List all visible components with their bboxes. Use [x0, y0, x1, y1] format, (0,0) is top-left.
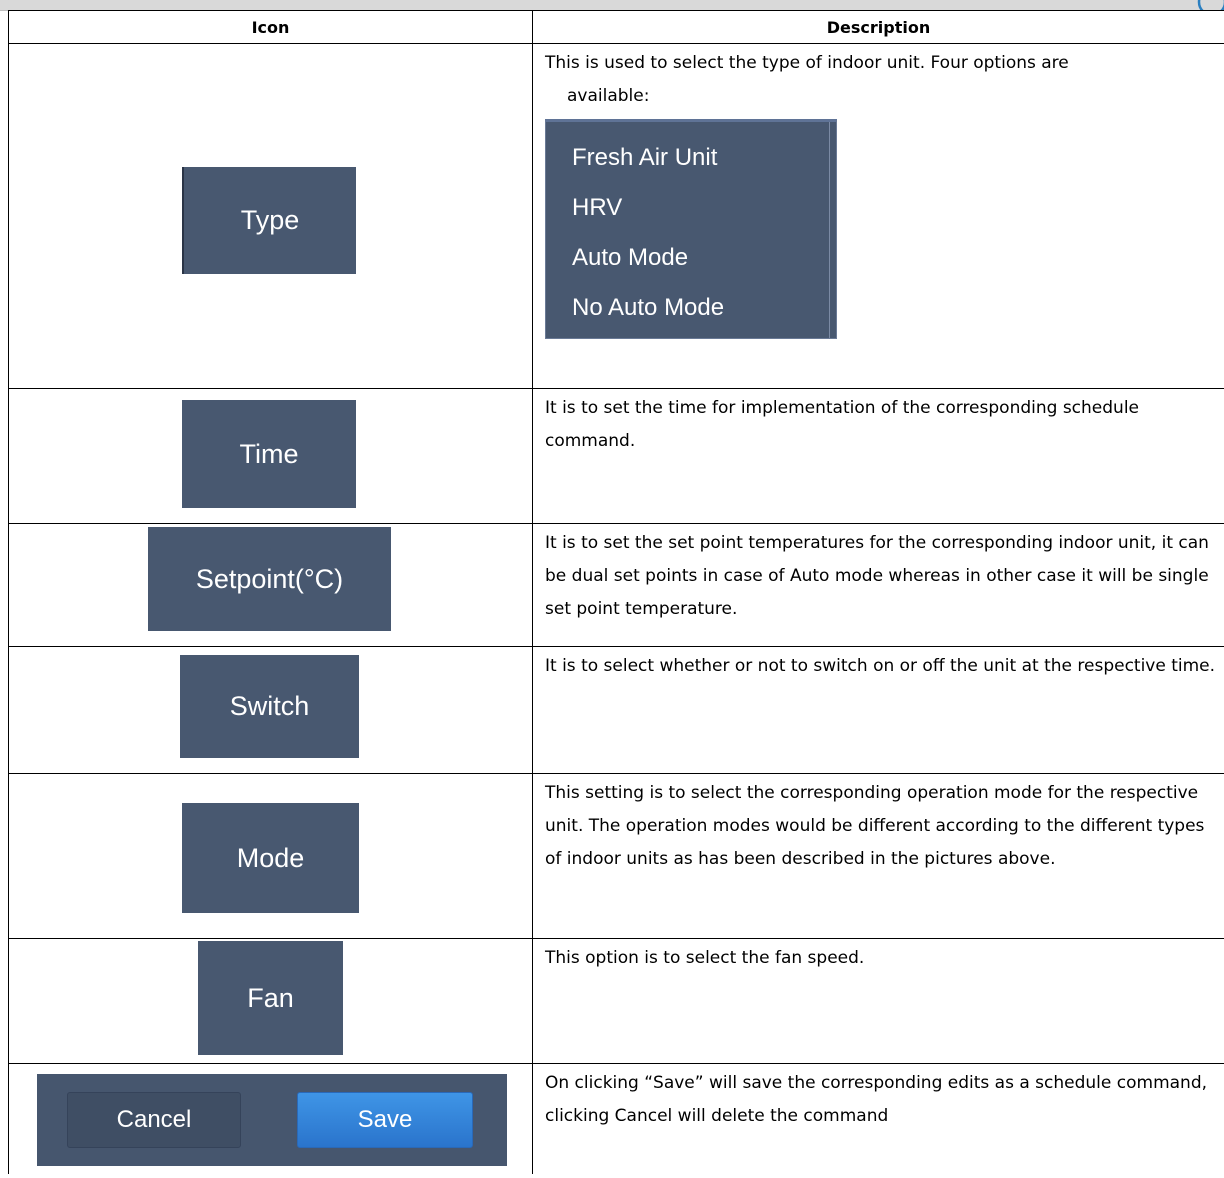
icon-cell: Switch	[8, 646, 533, 774]
description-cell: On clicking “Save” will save the corresp…	[532, 1063, 1224, 1174]
table-row: Switch It is to select whether or not to…	[8, 646, 1224, 774]
time-button[interactable]: Time	[182, 400, 356, 508]
type-option-hrv[interactable]: HRV	[572, 188, 836, 238]
type-description-line2: available:	[567, 86, 650, 106]
type-option-no-auto-mode[interactable]: No Auto Mode	[572, 288, 836, 338]
type-options-menu: Fresh Air Unit HRV Auto Mode No Auto Mod…	[545, 119, 837, 339]
mode-button[interactable]: Mode	[182, 803, 359, 913]
description-cell: It is to select whether or not to switch…	[532, 646, 1224, 774]
mode-description: This setting is to select the correspond…	[545, 783, 1205, 869]
setpoint-description: It is to set the set point temperatures …	[545, 533, 1209, 619]
header-description: Description	[532, 10, 1224, 44]
table-row: Mode This setting is to select the corre…	[8, 773, 1224, 939]
description-cell: This option is to select the fan speed.	[532, 938, 1224, 1064]
icon-cell: Fan	[8, 938, 533, 1064]
type-button[interactable]: Type	[182, 167, 356, 274]
fan-button[interactable]: Fan	[198, 941, 343, 1055]
icon-cell: Type	[8, 43, 533, 389]
icon-cell: Cancel Save	[8, 1063, 533, 1174]
table-row: Type This is used to select the type of …	[8, 43, 1224, 389]
type-option-auto-mode[interactable]: Auto Mode	[572, 238, 836, 288]
icon-cell: Setpoint(°C)	[8, 523, 533, 647]
icon-description-table: Icon Description Type This is used to se…	[8, 10, 1224, 1174]
save-button[interactable]: Save	[297, 1092, 473, 1148]
table-row: Cancel Save On clicking “Save” will save…	[8, 1063, 1224, 1174]
switch-description: It is to select whether or not to switch…	[545, 656, 1216, 676]
type-option-fresh-air-unit[interactable]: Fresh Air Unit	[572, 138, 836, 188]
setpoint-button[interactable]: Setpoint(°C)	[148, 527, 391, 631]
cancel-button[interactable]: Cancel	[67, 1092, 241, 1148]
table-header-row: Icon Description	[8, 10, 1224, 44]
description-cell: It is to set the set point temperatures …	[532, 523, 1224, 647]
save-cancel-description: On clicking “Save” will save the corresp…	[545, 1073, 1208, 1126]
time-description: It is to set the time for implementation…	[545, 398, 1140, 451]
icon-cell: Time	[8, 388, 533, 524]
header-icon: Icon	[8, 10, 533, 44]
description-cell: It is to set the time for implementation…	[532, 388, 1224, 524]
switch-button[interactable]: Switch	[180, 655, 359, 758]
table-row: Setpoint(°C) It is to set the set point …	[8, 523, 1224, 647]
description-cell: This is used to select the type of indoo…	[532, 43, 1224, 389]
table-row: Fan This option is to select the fan spe…	[8, 938, 1224, 1064]
type-description-line1: This is used to select the type of indoo…	[545, 53, 1069, 73]
description-cell: This setting is to select the correspond…	[532, 773, 1224, 939]
fan-description: This option is to select the fan speed.	[545, 948, 865, 968]
icon-cell: Mode	[8, 773, 533, 939]
dialog-button-panel: Cancel Save	[37, 1074, 507, 1166]
table-row: Time It is to set the time for implement…	[8, 388, 1224, 524]
